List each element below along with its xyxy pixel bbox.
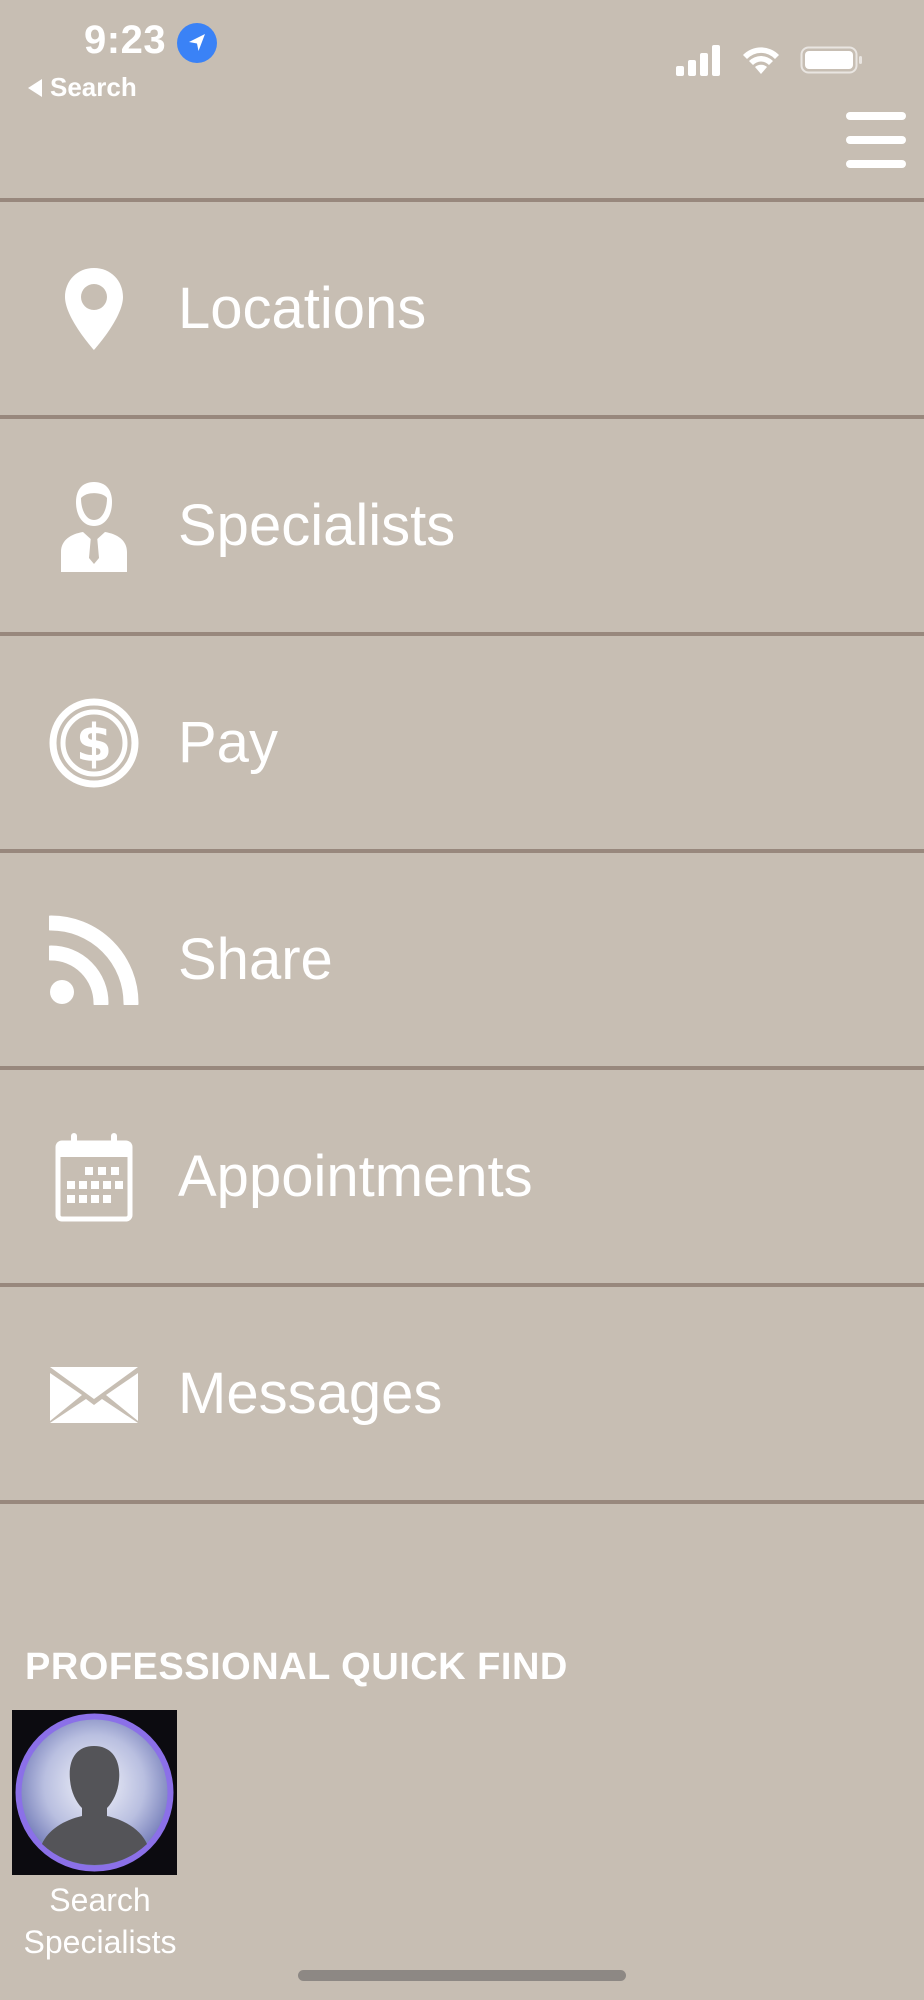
menu-label-share: Share (178, 927, 333, 992)
search-specialists-label-line1: Search (49, 1882, 151, 1918)
status-icons (676, 44, 864, 76)
menu-label-specialists: Specialists (178, 493, 456, 558)
menu-label-messages: Messages (178, 1361, 443, 1426)
quick-find-title: PROFESSIONAL QUICK FIND (25, 1646, 568, 1688)
hamburger-menu-button[interactable] (846, 112, 906, 168)
signal-icon (676, 45, 720, 76)
status-time: 9:23 (84, 18, 167, 62)
person-icon (44, 476, 144, 576)
menu-item-share[interactable]: Share (0, 849, 924, 1066)
map-pin-icon (44, 259, 144, 359)
hamburger-line (846, 112, 906, 120)
hamburger-line (846, 160, 906, 168)
location-arrow-icon (177, 23, 217, 63)
dollar-coin-icon: $ (44, 693, 144, 793)
menu-item-messages[interactable]: Messages (0, 1283, 924, 1504)
menu-label-locations: Locations (178, 276, 427, 341)
avatar-silhouette-icon (12, 1710, 177, 1875)
menu-item-locations[interactable]: Locations (0, 198, 924, 415)
menu-item-appointments[interactable]: Appointments (0, 1066, 924, 1283)
menu-item-specialists[interactable]: Specialists (0, 415, 924, 632)
back-label: Search (50, 72, 137, 102)
back-arrow-icon (28, 78, 42, 97)
search-specialists-button[interactable]: Search Specialists (12, 1710, 188, 1963)
svg-text:$: $ (76, 714, 112, 774)
home-indicator[interactable] (298, 1970, 626, 1981)
back-to-search-link[interactable]: Search (28, 72, 137, 103)
wifi-icon (743, 47, 779, 74)
envelope-icon (44, 1344, 144, 1444)
hamburger-line (846, 136, 906, 144)
menu-label-appointments: Appointments (178, 1144, 533, 1209)
rss-feed-icon (44, 910, 144, 1010)
status-bar: 9:23 Search (0, 0, 924, 110)
calendar-icon (44, 1127, 144, 1227)
menu-item-pay[interactable]: $ Pay (0, 632, 924, 849)
main-menu: Locations Specialists $ Pay Share Appoin… (0, 198, 924, 1504)
menu-label-pay: Pay (178, 710, 278, 775)
battery-icon (800, 46, 862, 74)
search-specialists-label-line2: Specialists (23, 1924, 177, 1960)
